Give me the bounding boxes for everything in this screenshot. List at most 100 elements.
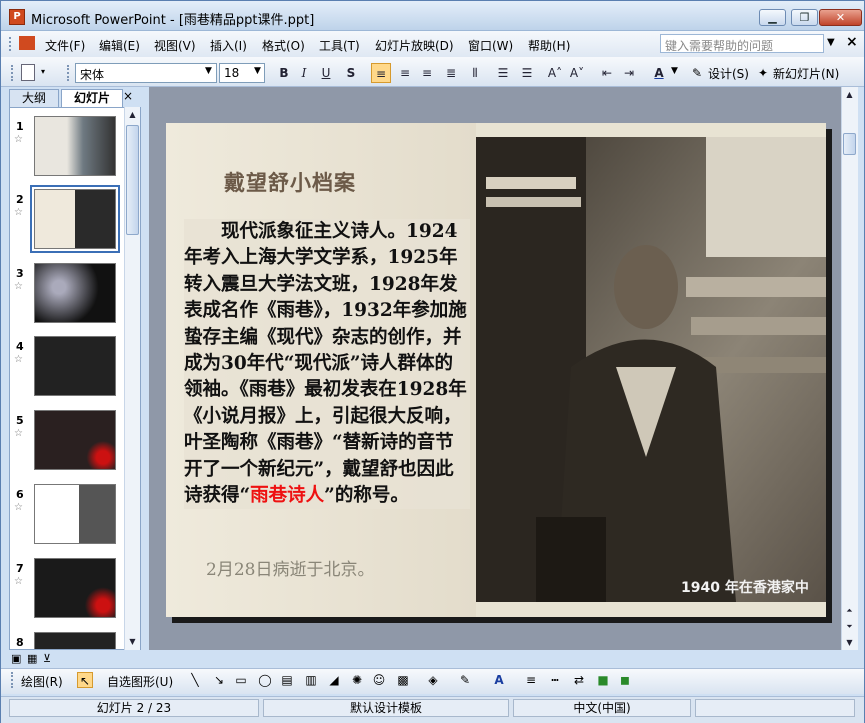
panel-close-icon[interactable]: × xyxy=(123,89,133,103)
slide-thumbnail-7[interactable]: 7 ☆ xyxy=(10,558,126,624)
slide-number: 5 xyxy=(16,414,24,427)
menu-format[interactable]: 格式(O) xyxy=(262,37,305,54)
font-name-select[interactable]: 宋体 xyxy=(75,63,217,83)
menu-slideshow[interactable]: 幻灯片放映(D) xyxy=(375,37,454,54)
fill-color-icon[interactable]: ◈ xyxy=(425,672,441,688)
scroll-down-icon[interactable]: ▼ xyxy=(125,634,140,650)
menu-grip[interactable] xyxy=(9,37,13,51)
draw-menu-button[interactable]: 绘图(R) xyxy=(21,673,63,690)
vertical-textbox-icon[interactable]: ▥ xyxy=(303,672,319,688)
chevron-down-icon[interactable]: ▼ xyxy=(254,66,261,76)
justify-icon[interactable]: ≣ xyxy=(441,63,461,83)
sorter-view-icon[interactable]: ▦ xyxy=(27,652,37,665)
body-highlight-text: 雨巷诗人 xyxy=(250,485,325,507)
font-color-icon[interactable]: A xyxy=(491,672,507,688)
powerpoint-icon[interactable]: P xyxy=(9,9,25,25)
textbox-icon[interactable]: ▤ xyxy=(279,672,295,688)
help-dropdown-icon[interactable]: ▼ xyxy=(827,37,835,48)
toolbar-grip[interactable] xyxy=(11,65,15,81)
distribute-icon[interactable]: ⦀ xyxy=(465,63,485,83)
select-arrow-icon[interactable]: ↖ xyxy=(77,672,93,688)
slide-body-text[interactable]: 现代派象征主义诗人。1924年考入上海大学文学系，1925年转入震旦大学法文班，… xyxy=(184,219,470,510)
slide-thumbnail-1[interactable]: 1 ☆ xyxy=(10,116,126,182)
align-center-icon[interactable]: ≡ xyxy=(395,63,415,83)
chevron-down-icon[interactable]: ▼ xyxy=(671,66,678,76)
rectangle-icon[interactable]: ▭ xyxy=(233,672,249,688)
scroll-down-icon[interactable]: ▼ xyxy=(842,635,857,651)
arrow-style-icon[interactable]: ⇄ xyxy=(571,672,587,688)
scroll-up-icon[interactable]: ▲ xyxy=(125,107,140,123)
font-color-icon[interactable]: A xyxy=(649,63,669,83)
oval-icon[interactable]: ◯ xyxy=(257,672,273,688)
diagram-icon[interactable]: ✺ xyxy=(349,672,365,688)
status-template[interactable]: 默认设计模板 xyxy=(263,699,509,717)
bulleted-list-icon[interactable]: ☰ xyxy=(517,63,537,83)
slide-thumbnail-8[interactable]: 8 xyxy=(10,632,126,649)
bold-button[interactable]: B xyxy=(274,63,294,83)
decrease-font-icon[interactable]: A˅ xyxy=(567,63,587,83)
next-slide-icon[interactable]: ⏷ xyxy=(842,619,857,635)
scroll-thumb[interactable] xyxy=(126,125,139,235)
slideshow-view-icon[interactable]: ⊻ xyxy=(43,652,51,665)
increase-indent-icon[interactable]: ⇥ xyxy=(619,63,639,83)
menu-view[interactable]: 视图(V) xyxy=(154,37,196,54)
help-search-input[interactable]: 键入需要帮助的问题 xyxy=(660,34,824,53)
new-slide-button[interactable]: 新幻灯片(N) xyxy=(773,65,839,82)
numbered-list-icon[interactable]: ☰ xyxy=(493,63,513,83)
new-document-icon[interactable] xyxy=(21,64,35,81)
minimize-button[interactable]: ▁ xyxy=(759,9,786,26)
shadow-button[interactable]: S xyxy=(341,63,361,83)
toolbar-grip[interactable] xyxy=(11,672,15,688)
3d-style-icon[interactable]: ◼ xyxy=(617,672,633,688)
normal-view-icon[interactable]: ▣ xyxy=(11,652,21,665)
align-left-icon[interactable]: ≡ xyxy=(371,63,391,83)
menu-insert[interactable]: 插入(I) xyxy=(210,37,247,54)
slide-number: 8 xyxy=(16,636,24,649)
document-icon[interactable] xyxy=(19,36,35,50)
slide-scrollbar[interactable]: ▲ ⏶ ⏷ ▼ xyxy=(841,87,858,650)
align-right-icon[interactable]: ≡ xyxy=(417,63,437,83)
line-color-icon[interactable]: ✎ xyxy=(457,672,473,688)
menu-window[interactable]: 窗口(W) xyxy=(468,37,513,54)
slide-title[interactable]: 戴望舒小档案 xyxy=(224,167,356,197)
close-button[interactable]: ✕ xyxy=(819,9,862,26)
menu-edit[interactable]: 编辑(E) xyxy=(99,37,140,54)
line-icon[interactable]: ╲ xyxy=(187,672,203,688)
options-dropdown-icon[interactable]: ▾ xyxy=(41,67,45,76)
portrait-photo[interactable]: 1940 年在香港家中 xyxy=(476,137,826,602)
design-icon[interactable]: ✎ xyxy=(689,65,705,81)
slide-thumbnail-5[interactable]: 5 ☆ xyxy=(10,410,126,476)
slide-thumbnail-2[interactable]: 2 ☆ xyxy=(10,185,126,255)
slide-thumbnail-6[interactable]: 6 ☆ xyxy=(10,484,126,550)
underline-button[interactable]: U xyxy=(316,63,336,83)
chevron-down-icon[interactable]: ▼ xyxy=(205,66,212,76)
dash-style-icon[interactable]: ┅ xyxy=(547,672,563,688)
picture-icon[interactable]: ▩ xyxy=(395,672,411,688)
slide-thumbnail-3[interactable]: 3 ☆ xyxy=(10,263,126,329)
design-button[interactable]: 设计(S) xyxy=(708,65,749,82)
menu-file[interactable]: 文件(F) xyxy=(45,37,85,54)
tab-slides[interactable]: 幻灯片 xyxy=(61,89,123,107)
new-slide-icon[interactable]: ✦ xyxy=(755,65,771,81)
menu-tools[interactable]: 工具(T) xyxy=(319,37,360,54)
scroll-thumb[interactable] xyxy=(843,133,856,155)
decrease-indent-icon[interactable]: ⇤ xyxy=(597,63,617,83)
document-close-icon[interactable]: × xyxy=(846,34,858,50)
autoshapes-button[interactable]: 自选图形(U) xyxy=(107,673,173,690)
toolbar-grip[interactable] xyxy=(67,65,71,81)
slides-panel-scrollbar[interactable]: ▲ ▼ xyxy=(124,107,140,650)
shadow-style-icon[interactable]: ■ xyxy=(595,672,611,688)
clipart-icon[interactable]: ☺ xyxy=(371,672,387,688)
slide-thumbnail-4[interactable]: 4 ☆ xyxy=(10,336,126,402)
previous-slide-icon[interactable]: ⏶ xyxy=(842,603,857,619)
current-slide[interactable]: 戴望舒小档案 2月28日病逝于北京。 现代派象征主义诗人。1924年考入上海大学… xyxy=(166,123,826,617)
tab-outline[interactable]: 大纲 xyxy=(9,89,59,107)
scroll-up-icon[interactable]: ▲ xyxy=(842,87,857,103)
wordart-icon[interactable]: ◢ xyxy=(326,672,342,688)
line-style-icon[interactable]: ≡ xyxy=(523,672,539,688)
menu-help[interactable]: 帮助(H) xyxy=(528,37,570,54)
italic-button[interactable]: I xyxy=(294,63,314,83)
arrow-icon[interactable]: ↘ xyxy=(211,672,227,688)
increase-font-icon[interactable]: A˄ xyxy=(545,63,565,83)
maximize-button[interactable]: ❐ xyxy=(791,9,818,26)
